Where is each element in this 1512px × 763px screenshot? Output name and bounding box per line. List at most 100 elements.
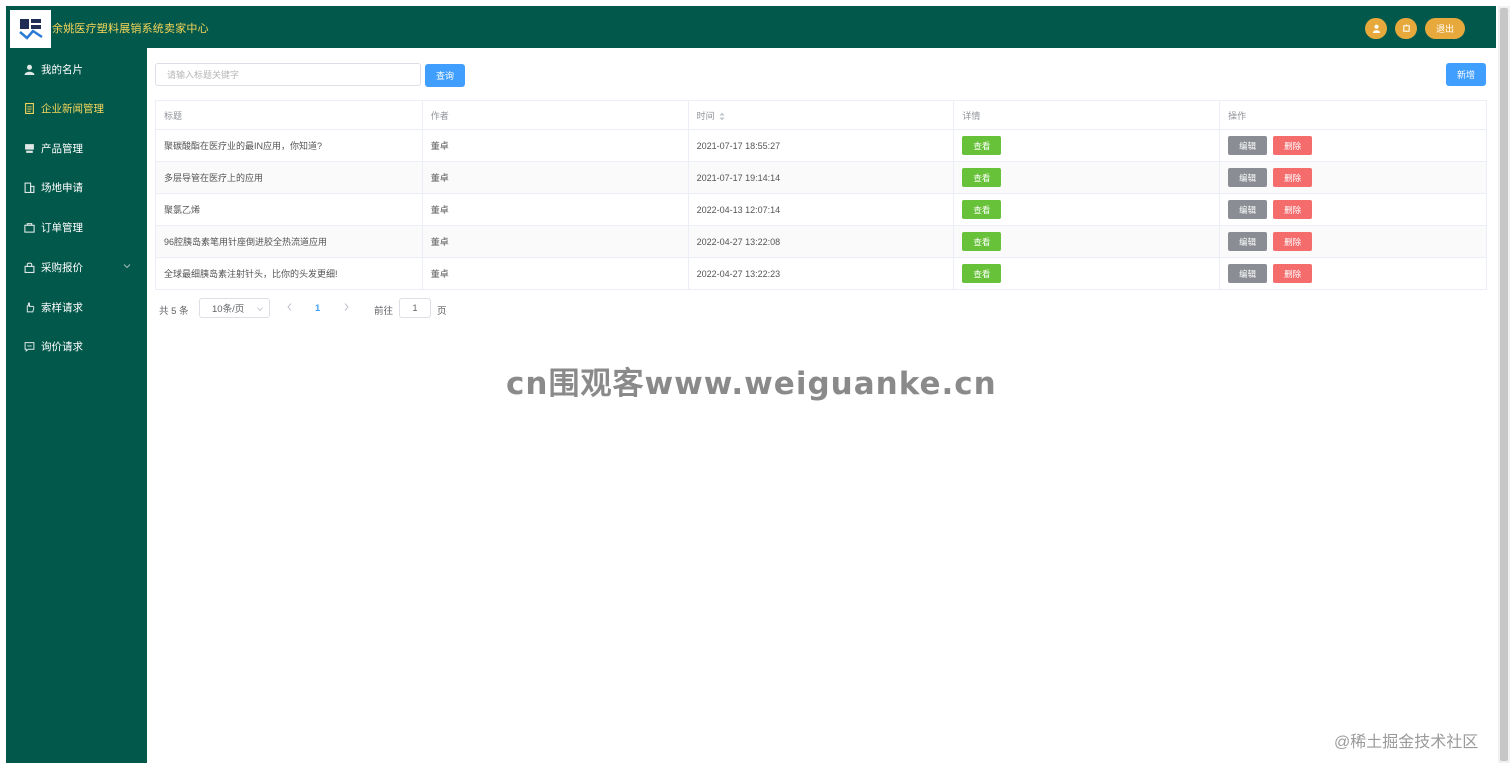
view-button[interactable]: 查看 [962,264,1002,283]
view-button[interactable]: 查看 [962,168,1002,187]
cell-detail: 查看 [953,225,1221,258]
cell-title: 聚氯乙烯 [155,193,423,226]
table-row: 全球最细胰岛素注射针头，比你的头发更细! 董卓 2022-04-27 13:22… [155,257,1487,290]
column-header-title: 标题 [155,100,423,130]
user-icon [1372,24,1380,33]
cell-author: 董卓 [422,257,689,290]
sidebar-item-my-card[interactable]: 我的名片 [6,50,147,88]
cell-title: 多层导管在医疗上的应用 [155,161,423,194]
table-row: 多层导管在医疗上的应用 董卓 2021-07-17 19:14:14 查看 编辑… [155,161,1487,194]
sidebar: 我的名片 企业新闻管理 产品管理 场地申请 订单管理 采购报价 索样请求 询价请… [6,48,147,763]
notification-button[interactable] [1395,18,1417,39]
cell-actions: 编辑 删除 [1219,161,1487,194]
pagination-total: 共 5 条 [159,306,189,317]
cell-actions: 编辑 删除 [1219,129,1487,162]
delete-button[interactable]: 删除 [1273,232,1313,251]
top-bar: 余姚医疗塑料展销系统卖家中心 退出 [6,6,1496,48]
sidebar-item-inquiry-requests[interactable]: 询价请求 [6,327,147,365]
sidebar-item-products[interactable]: 产品管理 [6,129,147,167]
lock-bag-icon [24,262,35,273]
cell-detail: 查看 [953,257,1221,290]
delete-button[interactable]: 删除 [1273,168,1313,187]
cell-actions: 编辑 删除 [1219,193,1487,226]
column-header-time-label: 时间 [696,110,715,121]
sort-icon[interactable] [719,112,725,121]
cell-title: 聚碳酸酯在医疗业的最IN应用，你知道? [155,129,423,162]
table-row: 聚氯乙烯 董卓 2022-04-13 12:07:14 查看 编辑 删除 [155,193,1487,226]
sidebar-item-label: 询价请求 [41,340,83,353]
column-header-time[interactable]: 时间 [688,100,955,130]
bag-icon [24,222,35,233]
view-button[interactable]: 查看 [962,136,1002,155]
sidebar-item-news[interactable]: 企业新闻管理 [6,89,147,127]
table-row: 聚碳酸酯在医疗业的最IN应用，你知道? 董卓 2021-07-17 18:55:… [155,129,1487,162]
edit-button[interactable]: 编辑 [1228,264,1268,283]
cell-time: 2022-04-27 13:22:08 [688,225,955,258]
vertical-scrollbar[interactable] [1498,6,1510,763]
chevron-down-icon [257,307,263,312]
profile-button[interactable] [1365,18,1387,39]
goto-suffix: 页 [437,306,447,317]
main-content: 查询 新增 标题 作者 时间 详情 操作 聚碳酸酯在医疗业的最IN应用，你知道?… [155,54,1487,763]
delete-button[interactable]: 删除 [1273,200,1313,219]
page-size-value: 10条/页 [212,304,245,315]
scrollbar-thumb[interactable] [1500,8,1508,761]
chat-icon [24,341,35,352]
cell-author: 董卓 [422,161,689,194]
news-table: 标题 作者 时间 详情 操作 聚碳酸酯在医疗业的最IN应用，你知道? 董卓 20… [155,100,1487,290]
cell-detail: 查看 [953,161,1221,194]
table-header-row: 标题 作者 时间 详情 操作 [155,100,1487,130]
delete-button[interactable]: 删除 [1273,136,1313,155]
watermark-text: cn围观客www.weiguanke.cn [506,366,997,402]
view-button[interactable]: 查看 [962,200,1002,219]
sidebar-item-venue[interactable]: 场地申请 [6,168,147,206]
view-button[interactable]: 查看 [962,232,1002,251]
edit-button[interactable]: 编辑 [1228,136,1268,155]
goto-page-input[interactable] [399,298,431,318]
delete-button[interactable]: 删除 [1273,264,1313,283]
column-header-actions: 操作 [1219,100,1487,130]
cell-title: 96腔胰岛素笔用针座倒进胶全热流道应用 [155,225,423,258]
sidebar-item-label: 我的名片 [41,63,83,76]
hand-icon [24,301,35,313]
sidebar-item-label: 采购报价 [41,261,83,274]
table-row: 96腔胰岛素笔用针座倒进胶全热流道应用 董卓 2022-04-27 13:22:… [155,225,1487,258]
sidebar-item-label: 订单管理 [41,221,83,234]
sidebar-item-purchase-quote[interactable]: 采购报价 [6,248,147,286]
chevron-left-icon [287,303,292,311]
app-frame: 余姚医疗塑料展销系统卖家中心 退出 我的名片 企业新闻管理 产品管理 场地申请 … [6,6,1496,763]
chevron-right-icon [344,303,349,311]
logo-icon [18,19,43,40]
page-size-select[interactable]: 10条/页 [199,298,270,318]
sidebar-item-label: 索样请求 [41,301,83,314]
product-icon [24,143,35,154]
search-input[interactable] [155,63,421,86]
corner-watermark: @稀土掘金技术社区 [1334,734,1479,751]
search-button[interactable]: 查询 [425,64,465,87]
sidebar-item-label: 产品管理 [41,142,83,155]
edit-button[interactable]: 编辑 [1228,200,1268,219]
cell-actions: 编辑 删除 [1219,225,1487,258]
next-page-button[interactable] [343,302,350,315]
app-title: 余姚医疗塑料展销系统卖家中心 [52,23,209,35]
column-header-detail: 详情 [953,100,1221,130]
edit-button[interactable]: 编辑 [1228,232,1268,251]
sidebar-item-orders[interactable]: 订单管理 [6,208,147,246]
edit-button[interactable]: 编辑 [1228,168,1268,187]
column-header-author: 作者 [422,100,689,130]
bell-icon [1402,24,1410,32]
sidebar-item-label: 场地申请 [41,181,83,194]
cell-detail: 查看 [953,193,1221,226]
add-button[interactable]: 新增 [1446,63,1486,86]
cell-author: 董卓 [422,193,689,226]
user-icon [24,64,35,75]
goto-label: 前往 [374,306,394,317]
sidebar-item-sample-requests[interactable]: 索样请求 [6,288,147,326]
cell-title: 全球最细胰岛素注射针头，比你的头发更细! [155,257,423,290]
logout-button[interactable]: 退出 [1425,18,1465,39]
document-icon [24,102,35,114]
page-number-current[interactable]: 1 [315,303,320,314]
prev-page-button[interactable] [286,302,293,315]
cell-author: 董卓 [422,129,689,162]
cell-author: 董卓 [422,225,689,258]
